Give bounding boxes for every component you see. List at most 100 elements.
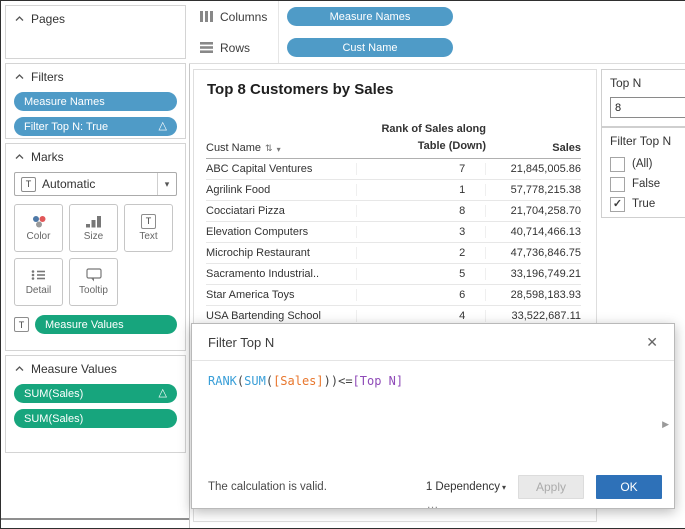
table-cell-name[interactable]: USA Bartending School <box>206 310 357 322</box>
color-button[interactable]: Color <box>14 204 63 252</box>
table-row[interactable]: ABC Capital Ventures721,845,005.86 <box>206 159 581 180</box>
table-row[interactable]: Sacramento Industrial..533,196,749.21 <box>206 264 581 285</box>
tooltip-button[interactable]: Tooltip <box>69 258 118 306</box>
filter-option-label: True <box>632 198 655 210</box>
table-cell-sales[interactable]: 57,778,215.38 <box>486 184 581 196</box>
filter-option[interactable]: (All) <box>610 154 685 174</box>
dependency-dropdown[interactable]: 1 Dependency ▾ <box>426 481 506 493</box>
chevron-up-icon[interactable] <box>15 366 24 372</box>
pages-title: Pages <box>31 12 65 26</box>
top-n-input[interactable] <box>610 97 685 118</box>
table-cell-name[interactable]: Star America Toys <box>206 289 357 301</box>
sort-icon[interactable]: ⇅ <box>265 143 273 154</box>
tableau-window: Pages Filters Measure Names Filter Top N… <box>0 0 685 529</box>
formula-editor[interactable]: RANK(SUM([Sales]))<=[Top N] <box>192 361 674 401</box>
rows-pill-cust-name[interactable]: Cust Name <box>287 38 453 57</box>
filter-option[interactable]: False <box>610 174 685 194</box>
data-table: Cust Name ⇅ ▾ Rank of Sales along Table … <box>206 121 581 327</box>
size-button[interactable]: Size <box>69 204 118 252</box>
mark-type-dropdown[interactable]: T Automatic ▾ <box>14 172 177 196</box>
ok-button[interactable]: OK <box>596 475 662 499</box>
checkbox-unchecked-icon[interactable] <box>610 177 625 192</box>
sheet-title: Top 8 Customers by Sales <box>207 81 393 98</box>
detail-button[interactable]: Detail <box>14 258 63 306</box>
text-encoding-icon: T <box>14 317 29 332</box>
tooltip-icon <box>86 268 102 282</box>
chevron-up-icon[interactable] <box>15 154 24 160</box>
checkbox-unchecked-icon[interactable] <box>610 157 625 172</box>
pill-label: Measure Values <box>45 319 124 331</box>
table-row[interactable]: Agrilink Food157,778,215.38 <box>206 180 581 201</box>
calculation-status: The calculation is valid. <box>208 481 414 493</box>
size-icon <box>86 214 101 228</box>
table-cell-sales[interactable]: 33,196,749.21 <box>486 268 581 280</box>
column-header-cust-name[interactable]: Cust Name ⇅ ▾ <box>206 142 356 154</box>
table-row[interactable]: Cocciatari Pizza821,704,258.70 <box>206 201 581 222</box>
rows-shelf-label: Rows <box>220 41 250 55</box>
table-cell-sales[interactable]: 33,522,687.11 <box>486 310 581 322</box>
table-cell-rank[interactable]: 2 <box>357 247 487 259</box>
measure-pill-sum-sales-2[interactable]: SUM(Sales) <box>14 409 177 428</box>
table-row[interactable]: Elevation Computers340,714,466.13 <box>206 222 581 243</box>
chevron-up-icon[interactable] <box>15 74 24 80</box>
measure-values-title: Measure Values <box>31 362 117 376</box>
close-icon[interactable]: ✕ <box>642 334 662 351</box>
chevron-down-icon[interactable]: ▾ <box>277 145 281 154</box>
table-cell-name[interactable]: Elevation Computers <box>206 226 357 238</box>
chevron-up-icon[interactable] <box>15 16 24 22</box>
measure-values-card: Measure Values SUM(Sales) △ SUM(Sales) <box>5 355 186 453</box>
table-cell-name[interactable]: Sacramento Industrial.. <box>206 268 357 280</box>
table-cell-name[interactable]: Microchip Restaurant <box>206 247 357 259</box>
filter-option[interactable]: ✓ True <box>610 194 685 214</box>
table-cell-rank[interactable]: 8 <box>357 205 487 217</box>
table-cell-name[interactable]: ABC Capital Ventures <box>206 163 357 175</box>
chevron-down-icon[interactable]: ▾ <box>157 173 176 195</box>
formula-token: SUM <box>244 374 266 388</box>
pill-label: Measure Names <box>330 11 411 23</box>
table-cell-rank[interactable]: 6 <box>357 289 487 301</box>
table-cell-sales[interactable]: 28,598,183.93 <box>486 289 581 301</box>
filter-option-label: (All) <box>632 158 652 170</box>
table-cell-rank[interactable]: 7 <box>357 163 487 175</box>
expand-arrow-icon[interactable]: ▶ <box>662 419 669 430</box>
table-cell-rank[interactable]: 3 <box>357 226 487 238</box>
table-cell-name[interactable]: Cocciatari Pizza <box>206 205 357 217</box>
columns-pill-measure-names[interactable]: Measure Names <box>287 7 453 26</box>
table-cell-rank[interactable]: 4 <box>357 310 487 322</box>
table-cell-sales[interactable]: 21,845,005.86 <box>486 163 581 175</box>
columns-shelf-label: Columns <box>220 10 267 24</box>
pill-label: Measure Names <box>24 96 105 108</box>
checkbox-checked-icon[interactable]: ✓ <box>610 197 625 212</box>
columns-icon <box>200 11 213 22</box>
pages-card: Pages <box>5 5 186 59</box>
dialog-footer: The calculation is valid. 1 Dependency ▾… <box>208 475 662 499</box>
apply-button[interactable]: Apply <box>518 475 584 499</box>
resize-grip[interactable]: … <box>427 497 440 511</box>
filter-top-n-label: Filter Top N <box>610 134 685 148</box>
formula-token: <= <box>338 374 352 388</box>
filter-pill-filter-top-n[interactable]: Filter Top N: True △ <box>14 117 177 136</box>
filter-pill-measure-names[interactable]: Measure Names <box>14 92 177 111</box>
table-row[interactable]: Microchip Restaurant247,736,846.75 <box>206 243 581 264</box>
table-body: ABC Capital Ventures721,845,005.86Agrili… <box>206 159 581 327</box>
dialog-header: Filter Top N ✕ <box>192 324 674 361</box>
table-cell-sales[interactable]: 21,704,258.70 <box>486 205 581 217</box>
table-cell-sales[interactable]: 47,736,846.75 <box>486 247 581 259</box>
filter-options: (All) False ✓ True <box>610 154 685 214</box>
pill-label: Filter Top N: True <box>24 121 108 133</box>
column-header-sales[interactable]: Sales <box>486 142 581 154</box>
measure-values-pill[interactable]: Measure Values <box>35 315 177 334</box>
table-cell-rank[interactable]: 1 <box>357 184 487 196</box>
table-row[interactable]: Star America Toys628,598,183.93 <box>206 285 581 306</box>
delta-icon: △ <box>159 121 167 132</box>
mark-type-value: Automatic <box>42 177 151 191</box>
table-cell-sales[interactable]: 40,714,466.13 <box>486 226 581 238</box>
table-cell-rank[interactable]: 5 <box>357 268 487 280</box>
filter-top-n-card: Filter Top N (All) False ✓ True <box>601 127 685 218</box>
text-button[interactable]: T Text <box>124 204 173 252</box>
top-n-parameter-card: Top N <box>601 69 685 127</box>
column-header-rank[interactable]: Rank of Sales along Table (Down) <box>356 121 486 154</box>
columns-shelf: Columns Measure Names <box>189 1 685 33</box>
measure-pill-sum-sales-1[interactable]: SUM(Sales) △ <box>14 384 177 403</box>
table-cell-name[interactable]: Agrilink Food <box>206 184 357 196</box>
